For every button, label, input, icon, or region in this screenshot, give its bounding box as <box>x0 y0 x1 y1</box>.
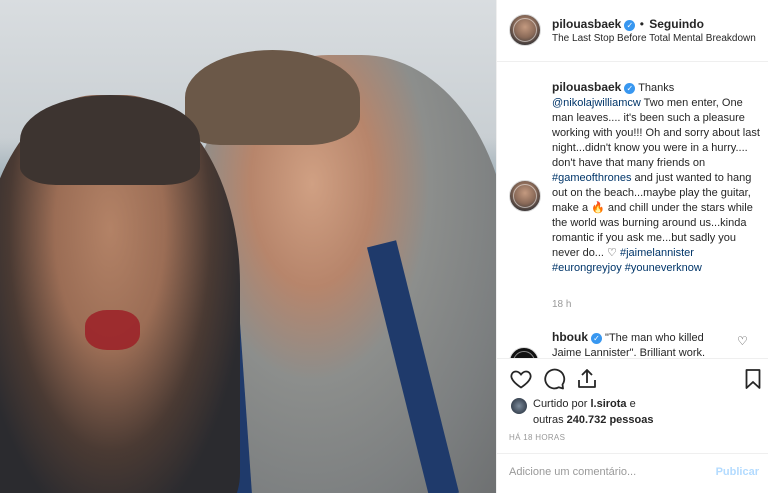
likes-prefix: Curtido por <box>533 398 591 410</box>
add-comment-bar: Adicione um comentário... Publicar <box>497 453 768 493</box>
caption-text: Thanks <box>635 82 675 94</box>
verified-badge-icon: ✓ <box>624 83 636 94</box>
hashtag-link[interactable]: #eurongreyjoy <box>552 262 622 274</box>
liker-avatar[interactable] <box>511 398 527 414</box>
publish-button[interactable]: Publicar <box>716 466 759 478</box>
fire-emoji-icon: 🔥 <box>591 202 605 214</box>
post-header: pilouasbaek ✓ • Seguindo The Last Stop Be… <box>497 0 768 62</box>
header-line: pilouasbaek ✓ • Seguindo <box>552 17 704 31</box>
verified-badge-icon: ✓ <box>591 333 602 344</box>
photo-person-left-hair <box>20 95 200 185</box>
caption-time[interactable]: 18 h <box>552 299 571 310</box>
verified-badge-icon: ✓ <box>624 20 636 31</box>
comment-input[interactable]: Adicione um comentário... <box>509 466 636 478</box>
action-bar <box>497 358 768 398</box>
post-photo[interactable] <box>0 0 496 493</box>
share-icon[interactable] <box>575 367 599 391</box>
caption-username[interactable]: pilouasbaek <box>552 80 621 94</box>
likes-conjunction: e <box>626 398 636 410</box>
heart-icon[interactable] <box>509 367 533 391</box>
author-username[interactable]: pilouasbaek <box>552 17 621 31</box>
comment-like-heart-icon[interactable]: ♡ <box>737 334 748 348</box>
mention-link[interactable]: @nikolajwilliamcw <box>552 97 641 109</box>
post-caption: pilouasbaek ✓ Thanks @nikolajwilliamcw Tw… <box>552 80 762 276</box>
heart-emoji-icon: ♡ <box>607 247 617 259</box>
likes-text: Curtido por l.sirota e outras 240.732 pe… <box>533 396 654 428</box>
hashtag-link[interactable]: #jaimelannister <box>620 247 694 259</box>
likes-count[interactable]: 240.732 pessoas <box>567 414 654 426</box>
post-timestamp[interactable]: HÁ 18 HORAS <box>509 433 565 442</box>
post-location[interactable]: The Last Stop Before Total Mental Breakd… <box>552 33 756 44</box>
post-sidebar: pilouasbaek ✓ • Seguindo The Last Stop Be… <box>496 0 768 493</box>
likes-others-prefix: outras <box>533 414 567 426</box>
separator-dot: • <box>639 17 644 31</box>
caption-author-avatar[interactable] <box>509 180 541 212</box>
hashtag-link[interactable]: #gameofthrones <box>552 172 632 184</box>
comment-icon[interactable] <box>542 367 566 391</box>
likes-summary: Curtido por l.sirota e outras 240.732 pe… <box>509 396 759 428</box>
hashtag-link[interactable]: #youneverknow <box>625 262 702 274</box>
author-avatar[interactable] <box>509 14 541 46</box>
commenter-username[interactable]: hbouk <box>552 330 588 344</box>
photo-person-right-hair <box>185 50 360 145</box>
liker-username[interactable]: l.sirota <box>590 398 626 410</box>
comment-item: hbouk ✓ "The man who killed Jaime Lannist… <box>552 330 732 361</box>
photo-blood <box>85 310 140 350</box>
bookmark-icon[interactable] <box>741 367 765 391</box>
following-button[interactable]: Seguindo <box>649 17 704 31</box>
